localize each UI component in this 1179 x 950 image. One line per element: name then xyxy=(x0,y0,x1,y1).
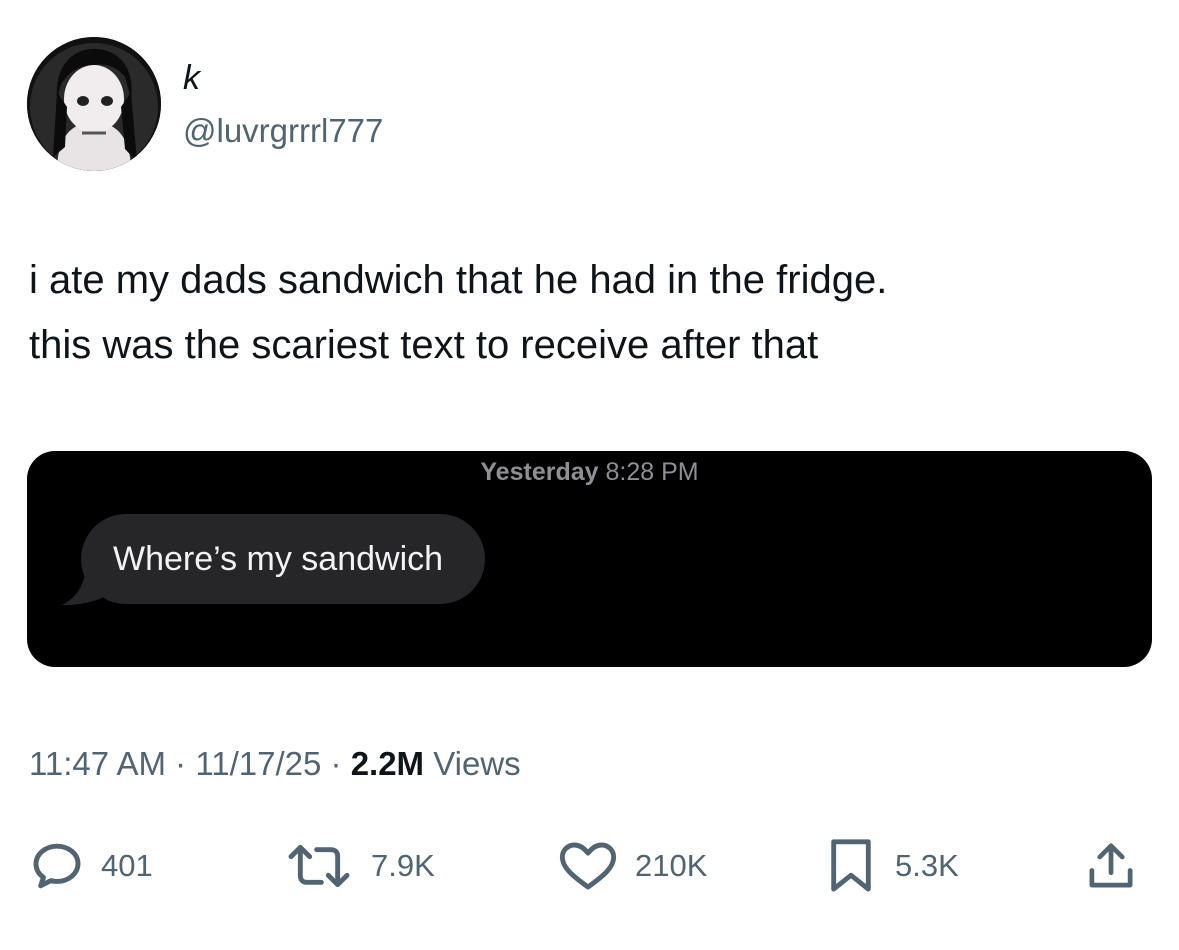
message-timestamp-day: Yesterday xyxy=(480,458,599,486)
bookmark-button[interactable]: 5.3K xyxy=(823,838,959,894)
user-handle[interactable]: @luvrgrrrl777 xyxy=(183,111,383,151)
meta-separator: · xyxy=(330,745,342,782)
bookmark-icon xyxy=(831,839,871,892)
retweet-count: 7.9K xyxy=(371,848,435,883)
tweet-meta: 11:47 AM · 11/17/25 · 2.2M Views xyxy=(29,742,521,786)
display-name[interactable]: k xyxy=(183,58,200,98)
avatar-image xyxy=(27,37,161,171)
like-icon xyxy=(559,842,617,890)
like-count: 210K xyxy=(635,848,708,883)
views-label: Views xyxy=(433,745,521,782)
avatar[interactable] xyxy=(27,37,161,171)
retweet-button[interactable]: 7.9K xyxy=(283,838,435,894)
like-button[interactable]: 210K xyxy=(557,838,707,894)
meta-separator: · xyxy=(175,745,187,782)
views-count: 2.2M xyxy=(350,745,425,782)
reply-count: 401 xyxy=(101,848,153,883)
share-icon xyxy=(1089,843,1133,888)
bookmark-count: 5.3K xyxy=(895,848,959,883)
tweet-text-line-2: this was the scariest text to receive af… xyxy=(29,323,819,367)
reply-icon xyxy=(33,843,81,889)
tweet-date[interactable]: 11/17/25 xyxy=(195,745,321,782)
tweet-text-line-1: i ate my dads sandwich that he had in th… xyxy=(29,258,888,302)
tweet-text: i ate my dads sandwich that he had in th… xyxy=(29,248,1149,378)
retweet-icon xyxy=(288,844,350,888)
message-bubble: Where’s my sandwich xyxy=(81,514,486,604)
share-button[interactable] xyxy=(1084,838,1138,894)
message-timestamp: Yesterday 8:28 PM xyxy=(0,456,1179,488)
message-timestamp-time: 8:28 PM xyxy=(605,458,699,486)
reply-button[interactable]: 401 xyxy=(29,838,153,894)
tweet-time[interactable]: 11:47 AM xyxy=(29,745,166,782)
